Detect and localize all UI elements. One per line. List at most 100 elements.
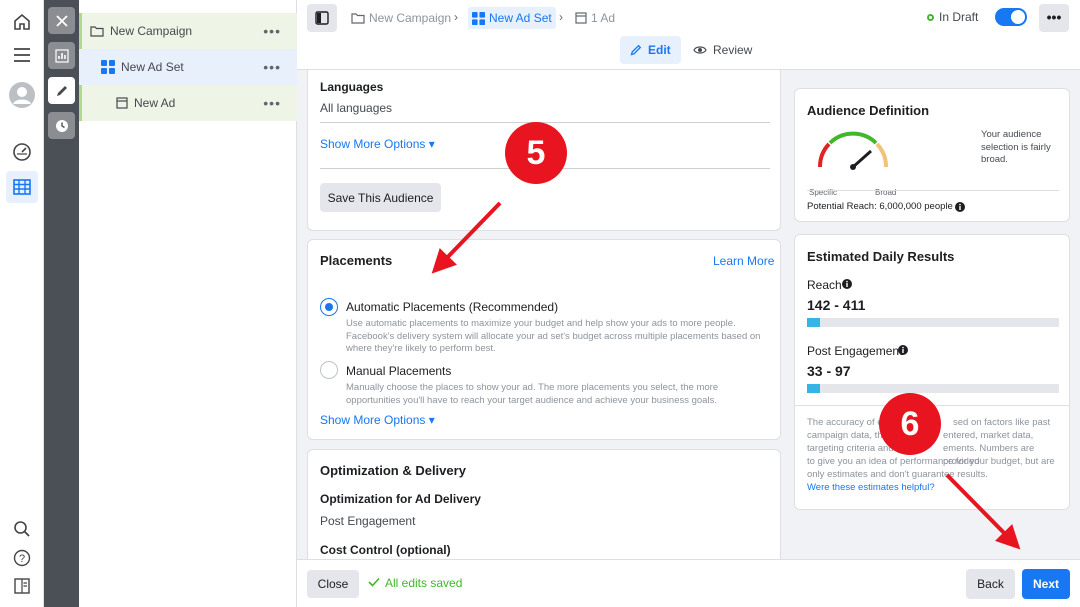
chevron-right-icon: › bbox=[559, 10, 563, 24]
divider bbox=[807, 190, 1059, 191]
menu-icon[interactable] bbox=[6, 39, 38, 71]
next-button[interactable]: Next bbox=[1022, 569, 1070, 599]
campaign-tree: New Campaign ••• New Ad Set ••• New Ad •… bbox=[79, 0, 297, 607]
show-more-options-link[interactable]: Show More Options ▾ bbox=[320, 137, 435, 151]
save-audience-button[interactable]: Save This Audience bbox=[320, 183, 441, 212]
avatar[interactable] bbox=[6, 79, 38, 111]
tool-strip bbox=[44, 0, 79, 607]
tab-review[interactable]: Review bbox=[683, 36, 762, 64]
home-icon[interactable] bbox=[6, 6, 38, 38]
tab-edit-label: Edit bbox=[648, 43, 671, 57]
eye-icon bbox=[693, 45, 707, 55]
audience-definition-title: Audience Definition bbox=[807, 103, 930, 118]
breadcrumb-ad[interactable]: 1 Ad bbox=[575, 7, 615, 29]
adset-more-icon[interactable]: ••• bbox=[263, 59, 281, 75]
status-dot-icon bbox=[927, 13, 934, 21]
placements-title: Placements bbox=[320, 253, 393, 268]
dashboard-icon[interactable] bbox=[6, 136, 38, 168]
manual-placements-radio[interactable] bbox=[320, 361, 338, 379]
gauge-broad-label: Broad bbox=[875, 188, 897, 197]
grid-table-icon[interactable] bbox=[6, 171, 38, 203]
automatic-placements-label[interactable]: Automatic Placements (Recommended) bbox=[346, 300, 558, 314]
left-nav-rail: ? bbox=[0, 0, 44, 607]
active-toggle[interactable] bbox=[995, 8, 1027, 26]
tree-item-adset[interactable]: New Ad Set ••• bbox=[79, 49, 297, 85]
tree-campaign-label: New Campaign bbox=[110, 24, 193, 38]
pencil-icon bbox=[630, 44, 642, 56]
close-icon[interactable] bbox=[48, 7, 75, 34]
estimates-helpful-link[interactable]: Were these estimates helpful? bbox=[807, 482, 935, 495]
svg-text:?: ? bbox=[19, 553, 25, 565]
chart-icon[interactable] bbox=[48, 42, 75, 69]
gauge-specific-label: Specific bbox=[809, 188, 838, 197]
placements-show-more-link[interactable]: Show More Options ▾ bbox=[320, 413, 435, 427]
top-header: New Campaign › New Ad Set › 1 Ad In Draf… bbox=[297, 0, 1080, 70]
bottom-action-bar: Close All edits saved Back Next bbox=[297, 559, 1080, 607]
breadcrumb-campaign[interactable]: New Campaign bbox=[351, 7, 451, 29]
step-5-badge: 5 bbox=[505, 122, 567, 184]
languages-field[interactable]: All languages bbox=[320, 101, 392, 115]
back-button[interactable]: Back bbox=[966, 569, 1015, 599]
disclaimer-line-2b: entered, market data, bbox=[943, 430, 1034, 441]
campaign-more-icon[interactable]: ••• bbox=[263, 23, 281, 39]
potential-reach-text: Potential Reach: 6,000,000 people bbox=[807, 201, 953, 212]
cost-control-label: Cost Control (optional) bbox=[320, 543, 451, 557]
daily-results-card: Estimated Daily Results Reach 142 - 411 … bbox=[794, 234, 1070, 510]
languages-label: Languages bbox=[320, 80, 384, 94]
manual-placements-label[interactable]: Manual Placements bbox=[346, 364, 451, 378]
manual-placements-description: Manually choose the places to show your … bbox=[346, 382, 719, 406]
saved-status: All edits saved bbox=[385, 576, 463, 590]
tab-edit[interactable]: Edit bbox=[620, 36, 681, 64]
more-options-button[interactable]: ••• bbox=[1039, 4, 1069, 32]
reach-label: Reach bbox=[807, 278, 842, 292]
tree-item-ad[interactable]: New Ad ••• bbox=[79, 85, 297, 121]
folder-icon bbox=[90, 25, 104, 37]
reach-value: 142 - 411 bbox=[807, 297, 866, 313]
daily-results-title: Estimated Daily Results bbox=[807, 249, 955, 264]
status-label: In Draft bbox=[939, 10, 979, 24]
reports-icon[interactable] bbox=[6, 570, 38, 602]
info-icon[interactable] bbox=[955, 201, 965, 215]
engagement-bar bbox=[807, 384, 1059, 393]
audience-definition-card: Audience Definition Specific Broad Your … bbox=[794, 88, 1070, 222]
engagement-bar-fill bbox=[807, 384, 820, 393]
close-button[interactable]: Close bbox=[307, 570, 359, 598]
learn-more-link[interactable]: Learn More bbox=[713, 254, 774, 268]
breadcrumb-adset[interactable]: New Ad Set bbox=[468, 7, 556, 29]
adset-grid-icon bbox=[101, 60, 115, 74]
optimization-title: Optimization & Delivery bbox=[320, 463, 466, 478]
check-icon bbox=[368, 576, 380, 590]
automatic-placements-radio[interactable] bbox=[320, 298, 338, 316]
search-icon[interactable] bbox=[6, 513, 38, 545]
ad-page-icon bbox=[116, 97, 128, 109]
audience-gauge-icon bbox=[817, 131, 889, 170]
disclaimer-line-1a: The accuracy of e bbox=[807, 417, 883, 428]
sidebar-toggle-icon[interactable] bbox=[307, 4, 337, 32]
disclaimer-line-5: only estimates and don't guarantee resul… bbox=[807, 469, 988, 480]
insights-column: Audience Definition Specific Broad Your … bbox=[792, 70, 1080, 559]
engagement-label: Post Engagement bbox=[807, 344, 903, 358]
optimization-value[interactable]: Post Engagement bbox=[320, 514, 415, 528]
breadcrumb-campaign-label: New Campaign bbox=[369, 11, 452, 25]
ad-page-icon bbox=[575, 12, 587, 24]
tree-ad-label: New Ad bbox=[134, 96, 176, 110]
disclaimer-line-4: to give you an idea of performance for y… bbox=[807, 456, 1055, 467]
tab-review-label: Review bbox=[713, 43, 753, 57]
adset-grid-icon bbox=[472, 11, 485, 25]
optimization-card: Optimization & Delivery Optimization for… bbox=[307, 449, 781, 559]
breadcrumb-ad-label: 1 Ad bbox=[591, 11, 616, 25]
ad-more-icon[interactable]: ••• bbox=[263, 95, 281, 111]
automatic-placements-description: Use automatic placements to maximize you… bbox=[346, 318, 761, 354]
tree-adset-label: New Ad Set bbox=[121, 60, 184, 74]
chevron-right-icon: › bbox=[454, 10, 458, 24]
disclaimer-line-3a: targeting criteria and bbox=[807, 443, 894, 454]
info-icon[interactable] bbox=[898, 344, 908, 358]
tree-item-campaign[interactable]: New Campaign ••• bbox=[79, 13, 297, 49]
optimization-label: Optimization for Ad Delivery bbox=[320, 492, 481, 506]
engagement-value: 33 - 97 bbox=[807, 363, 851, 379]
clock-icon[interactable] bbox=[48, 112, 75, 139]
reach-bar-fill bbox=[807, 318, 820, 327]
reach-bar bbox=[807, 318, 1059, 327]
info-icon[interactable] bbox=[842, 278, 852, 292]
pencil-icon[interactable] bbox=[48, 77, 75, 104]
